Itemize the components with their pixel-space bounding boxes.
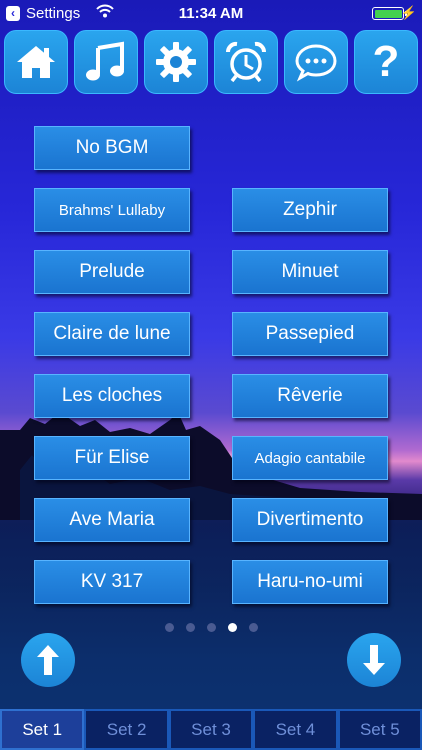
tab-set-5[interactable]: Set 5 [337, 709, 422, 750]
help-question-icon: ? [372, 37, 400, 86]
settings-button[interactable] [144, 30, 208, 94]
song-button-adagio-cantabile[interactable]: Adagio cantabile [232, 436, 388, 480]
page-indicator [0, 623, 422, 633]
music-note-icon [86, 41, 124, 81]
song-button-claire-de-lune[interactable]: Claire de lune [34, 312, 190, 356]
messages-button[interactable] [284, 30, 348, 94]
page-dot[interactable] [249, 623, 258, 632]
song-button-no-bgm[interactable]: No BGM [34, 126, 190, 170]
battery-icon [372, 7, 407, 20]
song-button-passepied[interactable]: Passepied [232, 312, 388, 356]
tab-set-1[interactable]: Set 1 [0, 709, 85, 750]
help-button[interactable]: ? [354, 30, 418, 94]
main-toolbar: ? [4, 30, 418, 94]
song-button-les-cloches[interactable]: Les cloches [34, 374, 190, 418]
tab-set-2[interactable]: Set 2 [84, 709, 169, 750]
charging-bolt-icon: ⚡ [400, 5, 417, 20]
gear-icon [156, 42, 196, 82]
song-button-fur-elise[interactable]: Für Elise [34, 436, 190, 480]
page-dot[interactable] [207, 623, 216, 632]
song-button-ave-maria[interactable]: Ave Maria [34, 498, 190, 542]
set-tab-bar: Set 1 Set 2 Set 3 Set 4 Set 5 [0, 709, 422, 750]
song-button-prelude[interactable]: Prelude [34, 250, 190, 294]
status-bar: ‹ Settings 11:34 AM ⚡ [0, 0, 422, 28]
home-icon [17, 46, 55, 78]
scroll-up-button[interactable] [21, 633, 75, 687]
song-button-reverie[interactable]: Rêverie [232, 374, 388, 418]
song-button-minuet[interactable]: Minuet [232, 250, 388, 294]
music-button[interactable] [74, 30, 138, 94]
song-button-kv-317[interactable]: KV 317 [34, 560, 190, 604]
song-button-brahms-lullaby[interactable]: Brahms' Lullaby [34, 188, 190, 232]
chat-bubble-icon [295, 44, 337, 82]
tab-set-3[interactable]: Set 3 [168, 709, 254, 750]
alarm-clock-icon [225, 41, 267, 83]
status-time: 11:34 AM [178, 5, 244, 22]
page-dot[interactable] [165, 623, 174, 632]
tab-set-4[interactable]: Set 4 [253, 709, 338, 750]
song-button-haru-no-umi[interactable]: Haru-no-umi [232, 560, 388, 604]
home-button[interactable] [4, 30, 68, 94]
page-dot-active[interactable] [228, 623, 237, 632]
scroll-down-button[interactable] [347, 633, 401, 687]
arrow-down-icon [363, 645, 385, 675]
page-dot[interactable] [186, 623, 195, 632]
song-button-zephir[interactable]: Zephir [232, 188, 388, 232]
alarm-button[interactable] [214, 30, 278, 94]
song-button-divertimento[interactable]: Divertimento [232, 498, 388, 542]
arrow-up-icon [37, 645, 59, 675]
